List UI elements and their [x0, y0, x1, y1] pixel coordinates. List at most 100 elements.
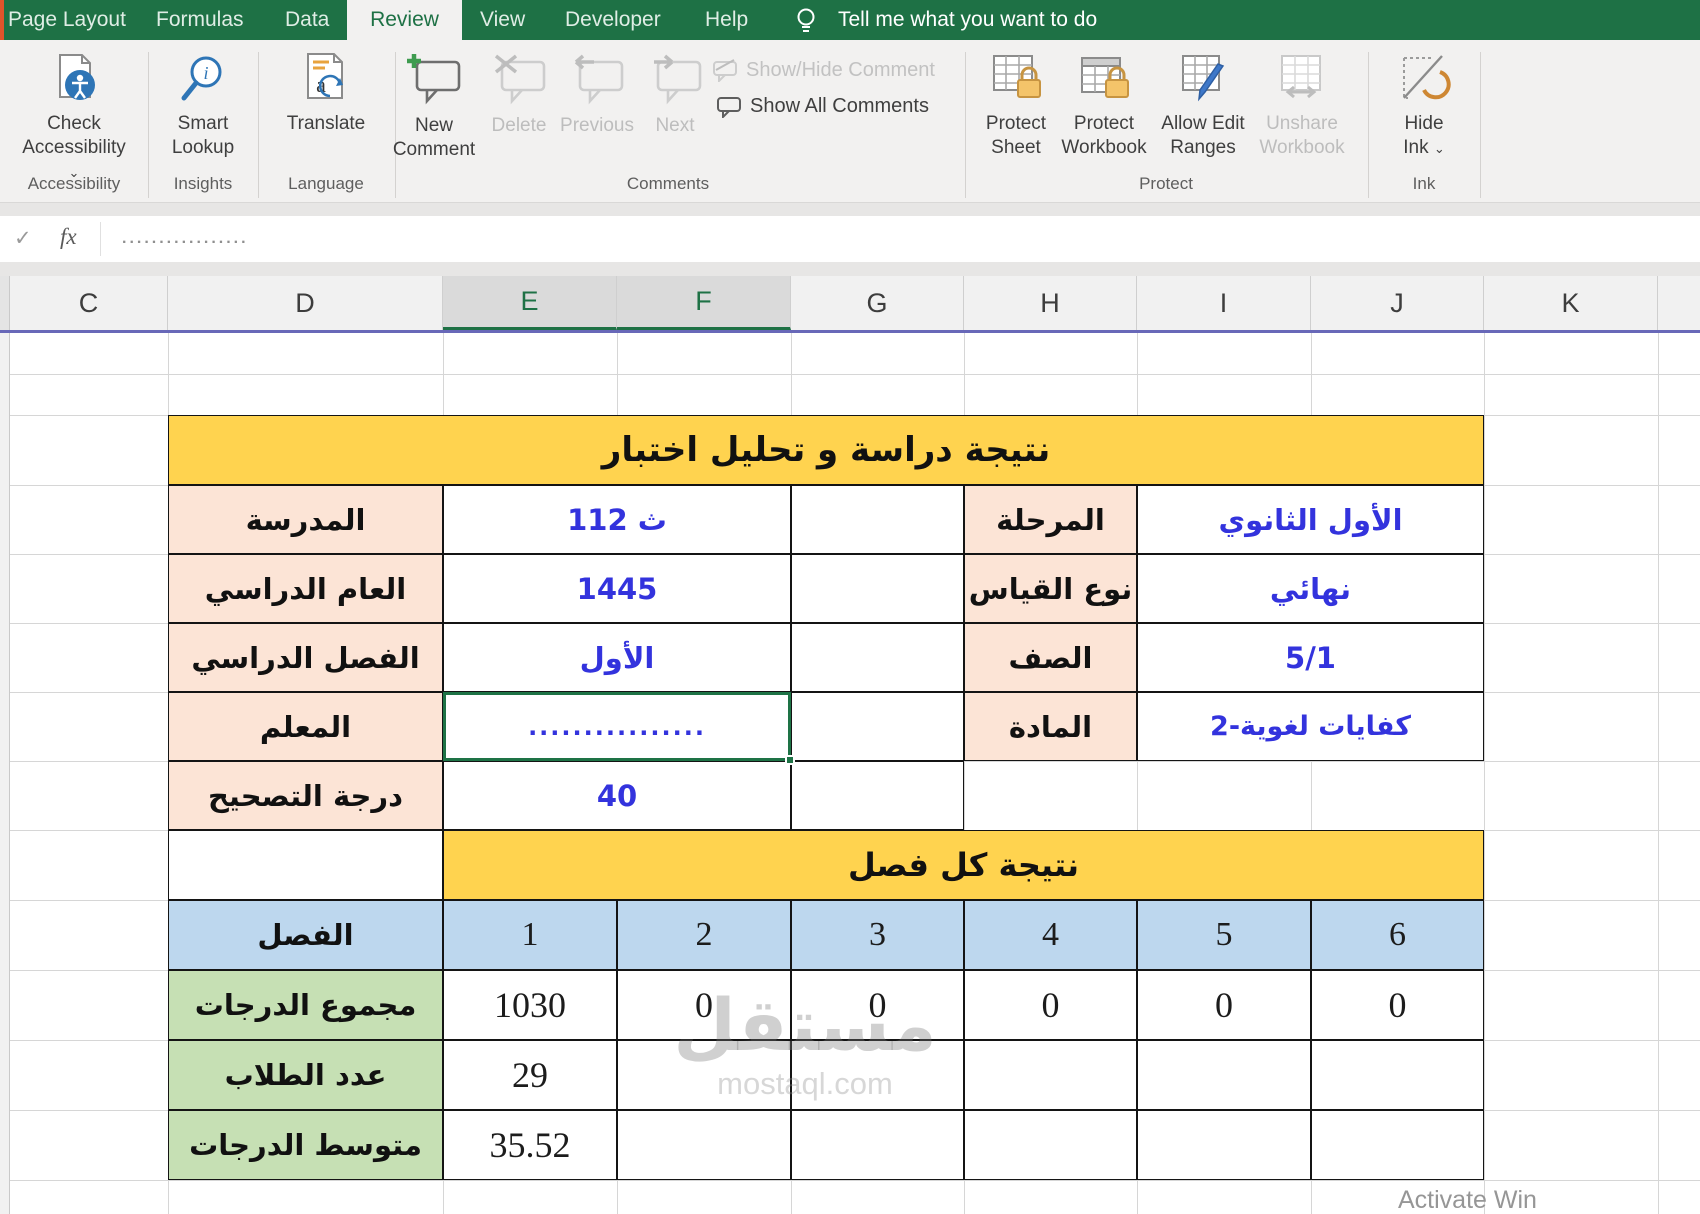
allow-edit-ranges-button[interactable]: Allow Edit Ranges: [1148, 52, 1258, 178]
chapter-cell[interactable]: 3: [791, 900, 964, 970]
column-header-j[interactable]: J: [1311, 276, 1484, 330]
svg-text:i: i: [203, 63, 208, 83]
value-subject[interactable]: كفايات لغوية-2: [1137, 692, 1484, 761]
spacer-cell[interactable]: [791, 761, 964, 830]
label-school[interactable]: المدرسة: [168, 485, 443, 554]
chapter-cell[interactable]: 4: [964, 900, 1137, 970]
formula-input[interactable]: .................: [122, 216, 249, 262]
label-teacher[interactable]: المعلم: [168, 692, 443, 761]
ribbon: Check Accessibility ⌄ i Smart Lookup a T…: [0, 40, 1700, 202]
data-cell[interactable]: 29: [443, 1040, 617, 1110]
data-cell[interactable]: [617, 1110, 791, 1180]
fx-icon[interactable]: fx: [60, 224, 77, 250]
chapter-header-label[interactable]: الفصل: [168, 900, 443, 970]
group-label-protect: Protect: [1139, 174, 1193, 193]
data-cell[interactable]: 35.52: [443, 1110, 617, 1180]
tab-formulas[interactable]: Formulas: [156, 0, 244, 40]
data-cell[interactable]: [1311, 1110, 1484, 1180]
data-cell[interactable]: 0: [1311, 970, 1484, 1040]
allow-edit-ranges-icon: [1175, 52, 1231, 106]
column-header-g[interactable]: G: [791, 276, 964, 330]
label-semester[interactable]: الفصل الدراسي: [168, 623, 443, 692]
smart-lookup-button[interactable]: i Smart Lookup: [148, 52, 258, 178]
label-total-scores[interactable]: مجموع الدرجات: [168, 970, 443, 1040]
value-measure-type[interactable]: نهائي: [1137, 554, 1484, 623]
column-header-c[interactable]: C: [10, 276, 168, 330]
chapter-header-row: الفصل 1 2 3 4 5 6: [168, 900, 1484, 970]
column-header-h[interactable]: H: [964, 276, 1137, 330]
label-academic-year[interactable]: العام الدراسي: [168, 554, 443, 623]
data-cell[interactable]: [791, 1110, 964, 1180]
enter-check-icon[interactable]: ✓: [14, 226, 32, 251]
label-subject[interactable]: المادة: [964, 692, 1137, 761]
fill-handle[interactable]: [785, 755, 795, 765]
value-semester[interactable]: الأول: [443, 623, 791, 692]
column-header-k[interactable]: K: [1484, 276, 1658, 330]
group-label-ink: Ink: [1412, 174, 1436, 193]
protect-workbook-button[interactable]: Protect Workbook: [1049, 52, 1159, 178]
gridline: [10, 1180, 1700, 1181]
column-header-f[interactable]: F: [617, 276, 791, 330]
tab-data[interactable]: Data: [285, 0, 329, 40]
label-stage[interactable]: المرحلة: [964, 485, 1137, 554]
column-header-e[interactable]: E: [443, 276, 617, 330]
check-accessibility-button[interactable]: Check Accessibility ⌄: [19, 52, 129, 180]
data-cell[interactable]: 0: [964, 970, 1137, 1040]
stat-row-total: مجموع الدرجات 1030 0 0 0 0 0: [168, 970, 1484, 1040]
delete-comment-icon: [490, 52, 548, 108]
next-comment-icon: [646, 52, 704, 108]
chapter-cell[interactable]: 6: [1311, 900, 1484, 970]
data-cell[interactable]: [1137, 1040, 1311, 1110]
data-cell[interactable]: [791, 1040, 964, 1110]
data-cell[interactable]: [964, 1040, 1137, 1110]
data-cell[interactable]: 0: [791, 970, 964, 1040]
section-title-cell[interactable]: نتيجة كل فصل: [443, 830, 1484, 900]
hide-ink-button[interactable]: Hide Ink ⌄: [1369, 52, 1479, 178]
label-measure-type[interactable]: نوع القياس: [964, 554, 1137, 623]
excel-window: Page Layout Formulas Data Review View De…: [0, 0, 1700, 1214]
sheet-title-cell[interactable]: نتيجة دراسة و تحليل اختبار: [168, 415, 1484, 485]
tab-review[interactable]: Review: [347, 0, 462, 40]
cell-selection-border[interactable]: [443, 692, 791, 761]
label-correction-score[interactable]: درجة التصحيح: [168, 761, 443, 830]
previous-comment-icon: [568, 52, 626, 108]
chapter-cell[interactable]: 2: [617, 900, 791, 970]
value-stage[interactable]: الأول الثانوي: [1137, 485, 1484, 554]
data-cell[interactable]: 0: [1137, 970, 1311, 1040]
spacer-cell[interactable]: [791, 623, 964, 692]
data-cell[interactable]: [1311, 1040, 1484, 1110]
data-cell[interactable]: 0: [617, 970, 791, 1040]
data-cell[interactable]: 1030: [443, 970, 617, 1040]
data-cell[interactable]: [617, 1040, 791, 1110]
translate-button[interactable]: a Translate: [271, 52, 381, 178]
formula-bar: ✓ fx: [0, 216, 1700, 263]
tab-developer[interactable]: Developer: [565, 0, 661, 40]
activate-windows-text: Activate Win: [1398, 1186, 1537, 1214]
chapter-cell[interactable]: 1: [443, 900, 617, 970]
value-academic-year[interactable]: 1445: [443, 554, 791, 623]
tab-view[interactable]: View: [480, 0, 525, 40]
section-title: نتيجة كل فصل: [847, 846, 1080, 884]
spacer-cell[interactable]: [791, 554, 964, 623]
column-header-d[interactable]: D: [168, 276, 443, 330]
label-class[interactable]: الصف: [964, 623, 1137, 692]
label-average-scores[interactable]: متوسط الدرجات: [168, 1110, 443, 1180]
spacer-cell[interactable]: [168, 830, 443, 900]
value-school[interactable]: ث 112: [443, 485, 791, 554]
tell-me-box[interactable]: Tell me what you want to do: [838, 0, 1097, 40]
data-cell[interactable]: [964, 1110, 1137, 1180]
tab-page-layout[interactable]: Page Layout: [8, 0, 126, 40]
label-student-count[interactable]: عدد الطلاب: [168, 1040, 443, 1110]
spacer-cell[interactable]: [791, 485, 964, 554]
gridline: [1658, 333, 1659, 1214]
value-correction-score[interactable]: 40: [443, 761, 791, 830]
new-comment-icon: [405, 52, 463, 108]
data-cell[interactable]: [1137, 1110, 1311, 1180]
chapter-cell[interactable]: 5: [1137, 900, 1311, 970]
show-all-comments-button[interactable]: Show All Comments: [716, 94, 929, 118]
table-title-row: نتيجة دراسة و تحليل اختبار: [168, 415, 1484, 485]
spacer-cell[interactable]: [791, 692, 964, 761]
tab-help[interactable]: Help: [705, 0, 748, 40]
column-header-i[interactable]: I: [1137, 276, 1311, 330]
value-class[interactable]: 5/1: [1137, 623, 1484, 692]
